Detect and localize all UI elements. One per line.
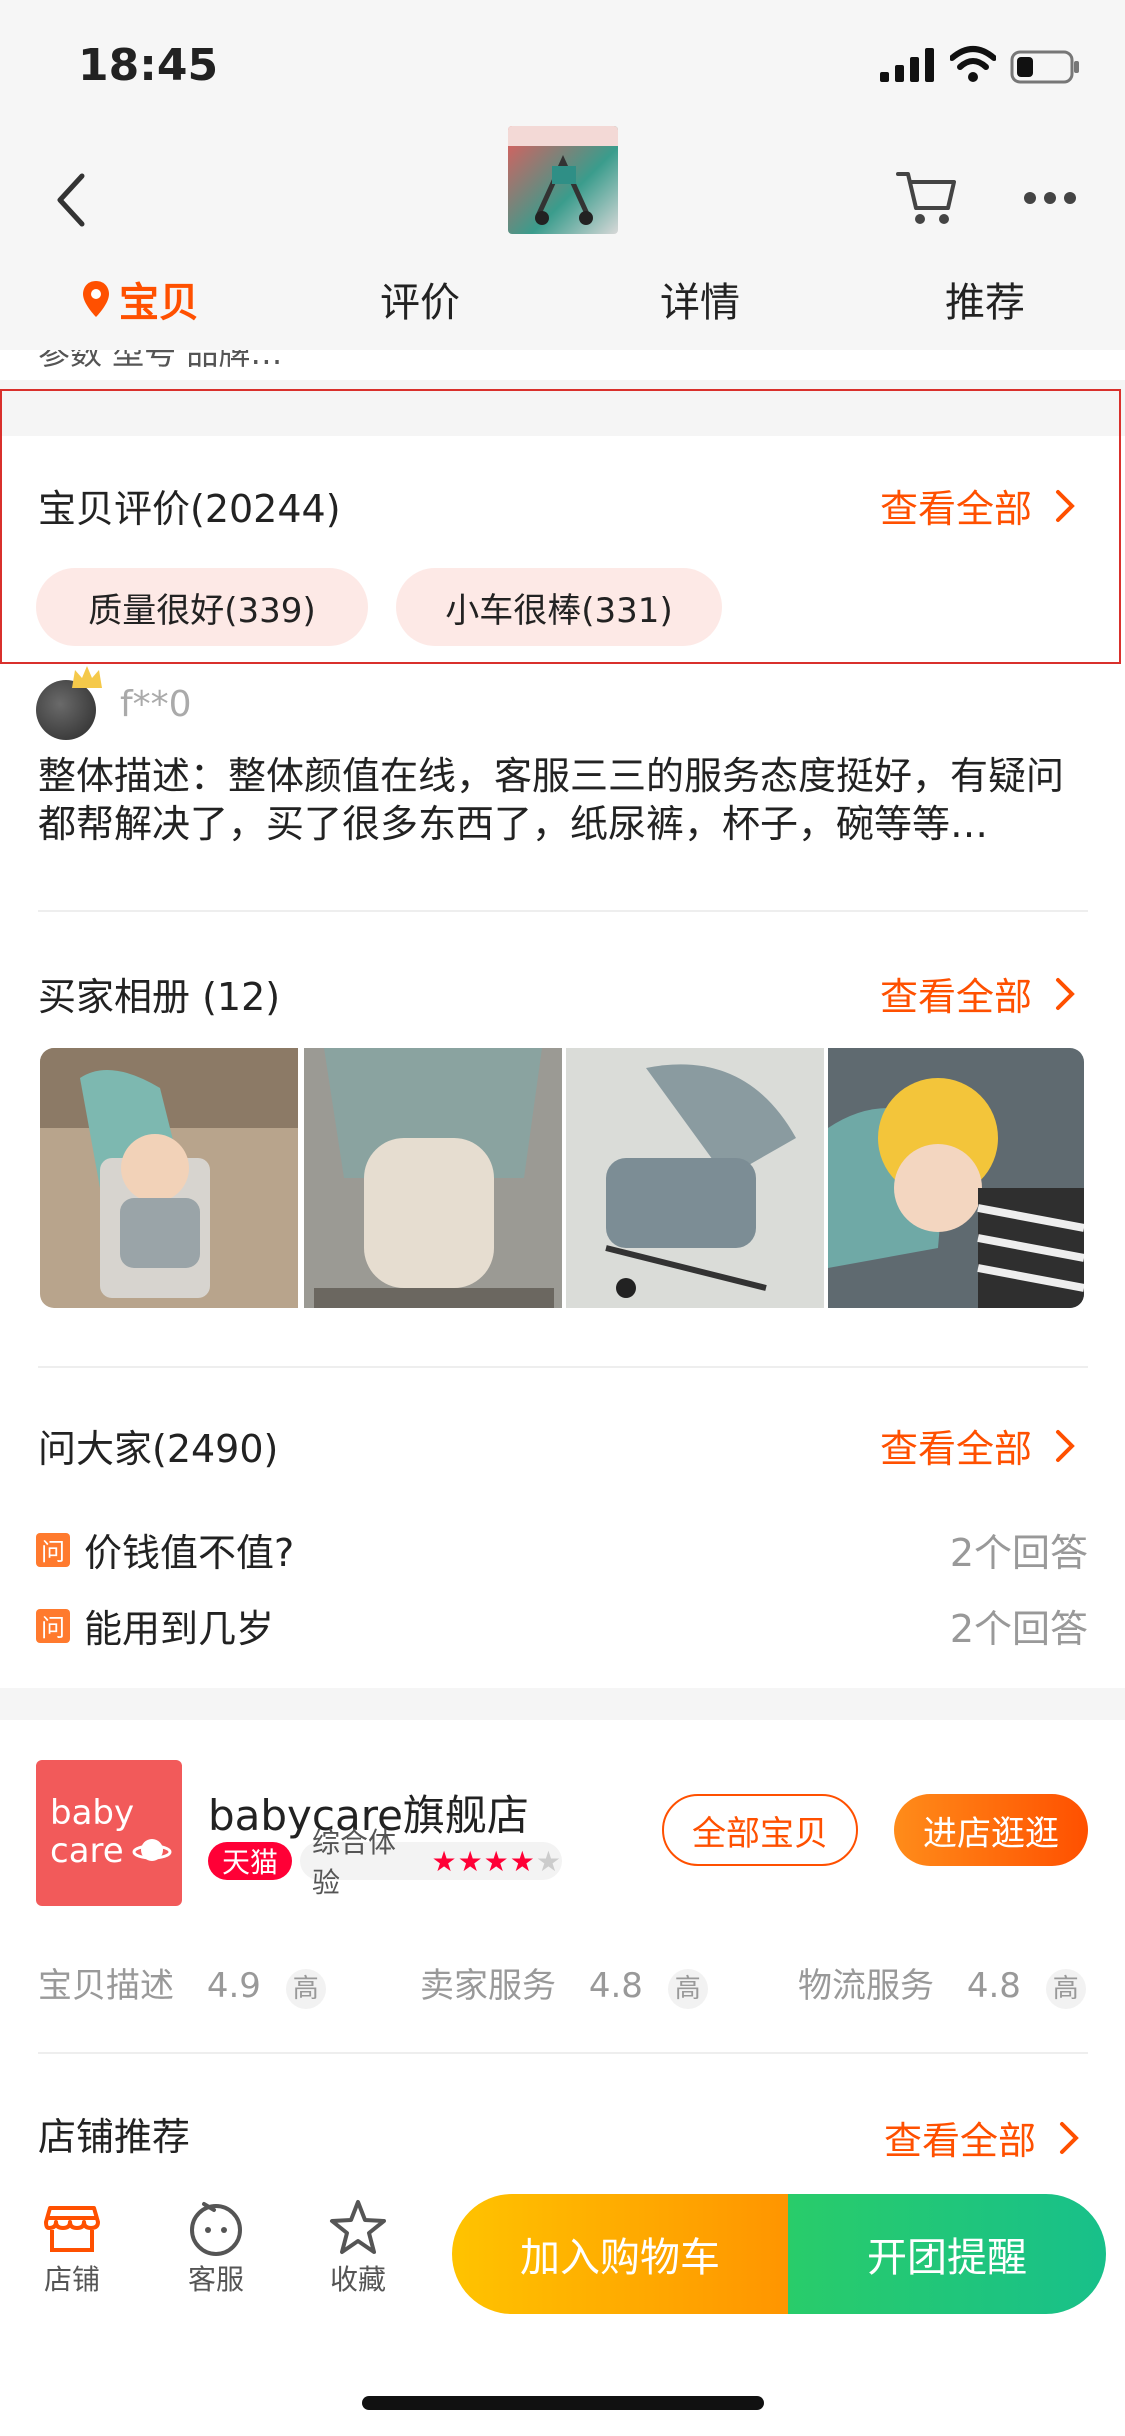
tab-pingjia[interactable]: 评价	[320, 264, 520, 334]
score-label: 卖家服务	[420, 1966, 556, 2006]
experience-label: 综合体验	[312, 1826, 397, 1899]
score-level: 高	[667, 1969, 708, 2009]
favorite-tab[interactable]: 收藏	[308, 2198, 408, 2298]
tab-label: 评价	[380, 280, 460, 326]
score-label: 物流服务	[798, 1966, 934, 2006]
back-arrow-icon[interactable]	[52, 170, 92, 230]
store-logo-line1: baby	[50, 1793, 135, 1833]
tab-label: 宝贝	[119, 280, 199, 326]
wifi-icon	[950, 46, 996, 82]
tab-xiangqing[interactable]: 详情	[600, 264, 800, 334]
divider	[38, 910, 1088, 912]
album-photo-2[interactable]	[304, 1048, 562, 1308]
stroller-canopy-photo	[566, 1048, 824, 1308]
see-all-label: 查看全部	[880, 1427, 1033, 1471]
tab-baobei[interactable]: 宝贝	[40, 264, 240, 334]
tmall-badge: 天猫	[208, 1842, 292, 1880]
question-icon: 问	[36, 1608, 70, 1643]
enter-store-button[interactable]: 进店逛逛	[894, 1794, 1088, 1866]
customer-service-icon	[190, 2202, 242, 2256]
answer-count: 2个回答	[949, 1607, 1088, 1651]
question-icon: 问	[36, 1532, 70, 1567]
tab-tuijian[interactable]: 推荐	[885, 264, 1085, 334]
question-row[interactable]: 问 价钱值不值? 2个回答	[36, 1522, 1088, 1577]
question-row[interactable]: 问 能用到几岁 2个回答	[36, 1598, 1088, 1653]
album-photo-3[interactable]	[566, 1048, 824, 1308]
album-photo-4[interactable]	[828, 1048, 1084, 1308]
score-service: 卖家服务 4.8 高	[420, 1958, 708, 2009]
status-time: 18:45	[78, 40, 219, 91]
shop-icon	[44, 2206, 100, 2252]
score-description: 宝贝描述 4.9 高	[38, 1958, 326, 2009]
star-filled-icon: ★	[431, 1844, 458, 1878]
answer-count: 2个回答	[949, 1531, 1088, 1575]
shop-tab[interactable]: 店铺	[22, 2198, 122, 2298]
highlight-box	[0, 389, 1121, 664]
question-text: 价钱值不值?	[84, 1531, 295, 1575]
experience-rating: 综合体验 ★★★★★	[300, 1826, 562, 1899]
reviewer-name: f**0	[120, 684, 192, 725]
star-filled-icon: ★	[457, 1844, 484, 1878]
service-label: 客服	[187, 2263, 244, 2296]
see-all-label: 查看全部	[884, 2119, 1037, 2163]
album-see-all[interactable]: 查看全部	[880, 966, 1076, 1021]
album-photo-1[interactable]	[40, 1048, 298, 1308]
location-pin-icon	[83, 281, 109, 317]
rating-stars: ★★★★★	[431, 1845, 562, 1878]
score-level: 高	[1045, 1969, 1086, 2009]
more-icon[interactable]	[1022, 190, 1078, 206]
store-recommend-see-all[interactable]: 查看全部	[884, 2110, 1080, 2165]
cellular-signal-icon	[880, 48, 934, 82]
score-value: 4.8	[588, 1966, 643, 2006]
review-text[interactable]: 整体描述：整体颜值在线，客服三三的服务态度挺好，有疑问都帮解决了，买了很多东西了…	[38, 752, 1088, 848]
planet-icon	[132, 1839, 172, 1861]
star-empty-icon: ★	[535, 1844, 562, 1878]
star-filled-icon: ★	[509, 1844, 536, 1878]
store-logo-line2: care	[50, 1831, 124, 1871]
home-indicator[interactable]	[362, 2396, 764, 2410]
chevron-right-icon	[1056, 1429, 1075, 1462]
store-recommend-title: 店铺推荐	[38, 2115, 191, 2159]
tab-label: 详情	[660, 280, 740, 326]
score-logistics: 物流服务 4.8 高	[798, 1958, 1086, 2009]
stroller-baby-photo	[40, 1048, 298, 1308]
group-reminder-button[interactable]: 开团提醒	[788, 2194, 1106, 2314]
store-logo[interactable]: baby care	[36, 1760, 182, 1906]
ask-see-all[interactable]: 查看全部	[880, 1418, 1076, 1473]
all-items-button[interactable]: 全部宝贝	[662, 1794, 858, 1866]
score-level: 高	[285, 1969, 326, 2009]
chevron-right-icon	[1056, 977, 1075, 1010]
shop-label: 店铺	[43, 2263, 100, 2296]
star-icon	[330, 2200, 386, 2254]
params-text: 参数 型号 品牌…	[38, 350, 283, 372]
battery-icon	[1010, 50, 1079, 84]
album-title: 买家相册 (12)	[38, 975, 281, 1019]
score-value: 4.9	[206, 1966, 261, 2006]
favorite-label: 收藏	[329, 2263, 386, 2296]
crown-icon	[72, 666, 102, 688]
divider	[38, 1366, 1088, 1368]
chevron-right-icon	[1060, 2121, 1079, 2154]
product-thumbnail[interactable]	[508, 126, 618, 234]
question-text: 能用到几岁	[84, 1607, 275, 1651]
ask-title: 问大家(2490)	[38, 1427, 279, 1471]
stroller-seat-photo	[304, 1048, 562, 1308]
service-tab[interactable]: 客服	[166, 2198, 266, 2298]
add-to-cart-button[interactable]: 加入购物车	[452, 2194, 788, 2314]
cart-icon[interactable]	[896, 168, 958, 226]
params-row[interactable]: 参数 型号 品牌…	[0, 350, 1125, 380]
divider	[38, 2052, 1088, 2054]
star-filled-icon: ★	[483, 1844, 510, 1878]
tab-label: 推荐	[945, 280, 1025, 326]
score-label: 宝贝描述	[38, 1966, 174, 2006]
baby-yellow-hat-photo	[828, 1048, 1084, 1308]
score-value: 4.8	[966, 1966, 1021, 2006]
see-all-label: 查看全部	[880, 975, 1033, 1019]
